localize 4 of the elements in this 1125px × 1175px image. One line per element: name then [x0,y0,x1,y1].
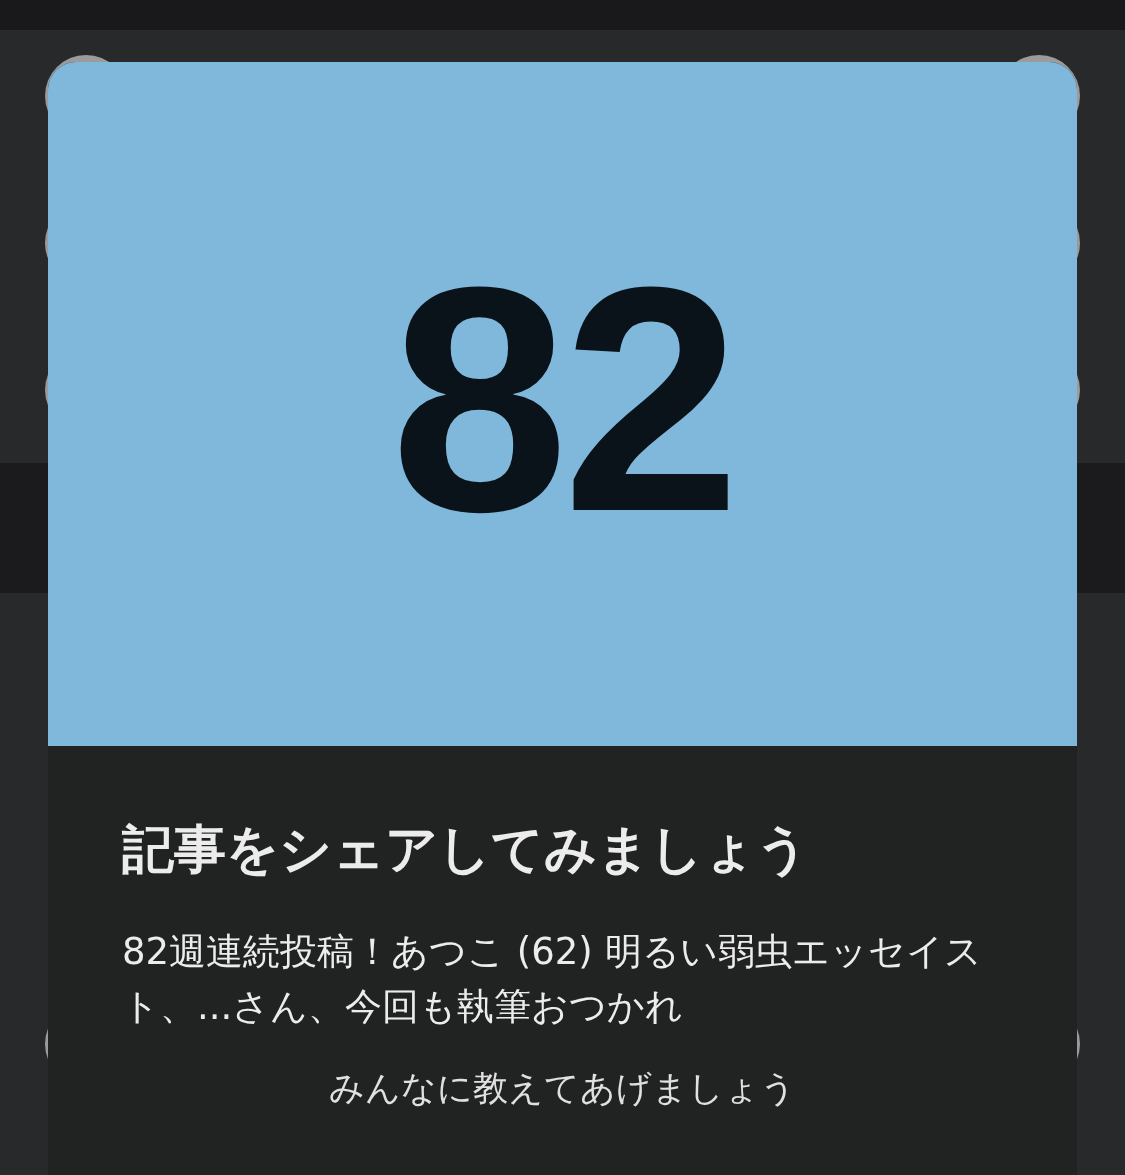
dialog-hint: みんなに教えてあげましょう [328,1066,797,1110]
dialog-message: 82週連続投稿！あつこ (62) 明るい弱虫エッセイスト、...さん、今回も執筆おつかれ [122,928,982,1031]
post-count: 82 [390,239,735,559]
dialog-title: 記事をシェアしてみましょう [122,818,810,881]
